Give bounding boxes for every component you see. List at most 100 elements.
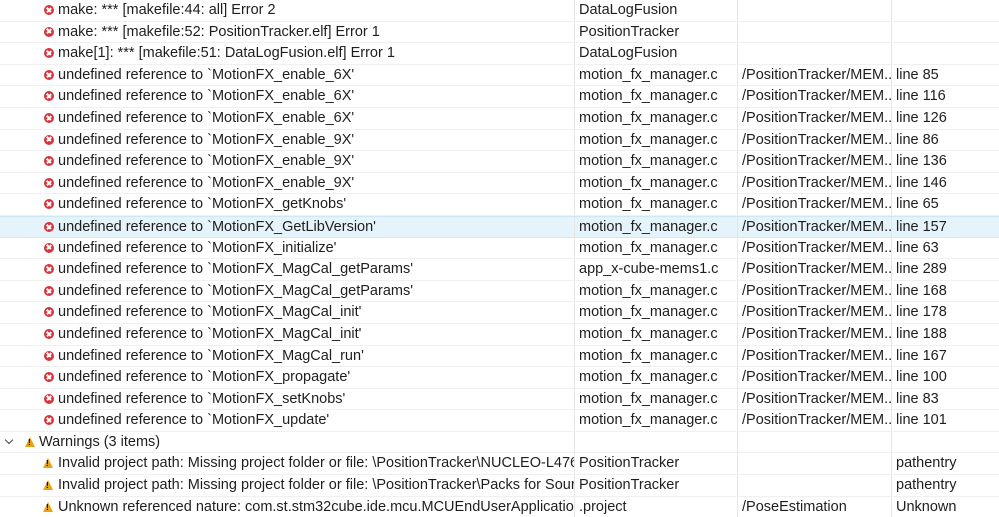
location-cell-text: line 136	[896, 153, 947, 170]
path-cell: /PositionTracker/MEM...	[738, 323, 892, 345]
path-cell	[738, 475, 892, 496]
error-icon	[44, 221, 54, 232]
location-cell: line 126	[892, 108, 999, 129]
resource-cell: motion_fx_manager.c	[575, 237, 738, 259]
error-icon	[44, 156, 54, 167]
resource-cell-text: motion_fx_manager.c	[579, 66, 718, 83]
location-cell-text: line 126	[896, 109, 947, 126]
error-row[interactable]: undefined reference to `MotionFX_setKnob…	[0, 388, 999, 411]
error-row[interactable]: make[1]: *** [makefile:51: DataLogFusion…	[0, 43, 999, 65]
chevron-down-icon[interactable]	[4, 435, 14, 445]
description-text: undefined reference to `MotionFX_MagCal_…	[58, 347, 364, 364]
path-cell	[738, 453, 892, 475]
location-cell: pathentry	[892, 475, 999, 496]
resource-cell-text: app_x-cube-mems1.c	[579, 261, 719, 278]
warning-row[interactable]: Invalid project path: Missing project fo…	[0, 453, 999, 476]
resource-cell-text: motion_fx_manager.c	[579, 131, 718, 148]
location-cell: line 178	[892, 302, 999, 323]
location-cell-text: Unknown	[896, 498, 957, 515]
error-row[interactable]: undefined reference to `MotionFX_MagCal_…	[0, 345, 999, 368]
resource-cell-text: motion_fx_manager.c	[579, 347, 718, 364]
error-icon	[44, 307, 54, 318]
error-row[interactable]: undefined reference to `MotionFX_MagCal_…	[0, 323, 999, 346]
error-row[interactable]: undefined reference to `MotionFX_enable_…	[0, 107, 999, 130]
location-cell: line 65	[892, 194, 999, 215]
path-cell: /PositionTracker/MEM...	[738, 388, 892, 410]
location-cell-text: line 86	[896, 131, 939, 148]
location-cell	[892, 0, 999, 21]
description-text: Unknown referenced nature: com.st.stm32c…	[58, 498, 574, 515]
error-icon	[44, 372, 54, 383]
location-cell: line 63	[892, 238, 999, 259]
warning-row[interactable]: Unknown referenced nature: com.st.stm32c…	[0, 496, 999, 517]
warnings-group-row[interactable]: Warnings (3 items)	[0, 431, 999, 454]
resource-cell: motion_fx_manager.c	[575, 302, 738, 323]
path-cell-text: /PositionTracker/MEM...	[742, 196, 892, 213]
description-text: undefined reference to `MotionFX_enable_…	[58, 131, 355, 148]
error-row[interactable]: undefined reference to `MotionFX_enable_…	[0, 172, 999, 195]
resource-cell: motion_fx_manager.c	[575, 410, 738, 431]
path-cell: /PositionTracker/MEM...	[738, 367, 892, 388]
resource-cell-text: motion_fx_manager.c	[579, 88, 718, 105]
resource-cell-text: PositionTracker	[579, 23, 680, 40]
description-text: undefined reference to `MotionFX_getKnob…	[58, 196, 347, 213]
location-cell-text: line 83	[896, 390, 939, 407]
error-icon	[44, 350, 54, 361]
error-icon	[44, 264, 54, 275]
error-row[interactable]: undefined reference to `MotionFX_enable_…	[0, 64, 999, 87]
error-row[interactable]: undefined reference to `MotionFX_MagCal_…	[0, 302, 999, 324]
description-cell: undefined reference to `MotionFX_propaga…	[0, 367, 575, 388]
error-row[interactable]: undefined reference to `MotionFX_initial…	[0, 237, 999, 260]
resource-cell-text: .project	[579, 498, 627, 515]
path-cell-text: /PoseEstimation	[742, 498, 847, 515]
description-text: undefined reference to `MotionFX_MagCal_…	[58, 282, 413, 299]
location-cell	[892, 43, 999, 64]
description-cell: undefined reference to `MotionFX_enable_…	[0, 172, 575, 194]
description-text: Invalid project path: Missing project fo…	[58, 455, 574, 472]
path-cell-text: /PositionTracker/MEM...	[742, 304, 892, 321]
resource-cell: motion_fx_manager.c	[575, 129, 738, 151]
error-row[interactable]: make: *** [makefile:44: all] Error 2 Data…	[0, 0, 999, 22]
path-cell: /PositionTracker/MEM...	[738, 86, 892, 107]
location-cell: pathentry	[892, 453, 999, 474]
path-cell	[738, 43, 892, 64]
resource-cell: motion_fx_manager.c	[575, 345, 738, 367]
warning-icon	[43, 458, 53, 469]
location-cell-text: pathentry	[896, 477, 957, 494]
description-text: undefined reference to `MotionFX_enable_…	[58, 88, 355, 105]
resource-cell: PositionTracker	[575, 475, 738, 496]
warning-row[interactable]: Invalid project path: Missing project fo…	[0, 475, 999, 497]
error-row[interactable]: undefined reference to `MotionFX_enable_…	[0, 151, 999, 173]
location-cell: line 157	[892, 217, 999, 237]
description-cell: undefined reference to `MotionFX_MagCal_…	[0, 259, 575, 280]
empty-cell	[738, 431, 892, 453]
warnings-group-cell: Warnings (3 items)	[0, 431, 575, 453]
path-cell-text: /PositionTracker/MEM...	[742, 369, 892, 386]
resource-cell: app_x-cube-mems1.c	[575, 259, 738, 280]
description-text: make: *** [makefile:52: PositionTracker.…	[58, 23, 380, 40]
resource-cell-text: motion_fx_manager.c	[579, 239, 718, 256]
description-cell: undefined reference to `MotionFX_MagCal_…	[0, 302, 575, 323]
location-cell-text: line 65	[896, 196, 939, 213]
error-row[interactable]: undefined reference to `MotionFX_GetLibV…	[0, 215, 999, 238]
location-cell-text: line 101	[896, 412, 947, 429]
error-row[interactable]: undefined reference to `MotionFX_propaga…	[0, 367, 999, 389]
resource-cell: motion_fx_manager.c	[575, 194, 738, 215]
error-row[interactable]: undefined reference to `MotionFX_enable_…	[0, 129, 999, 152]
error-icon	[44, 242, 54, 253]
error-row[interactable]: undefined reference to `MotionFX_update'…	[0, 410, 999, 432]
error-row[interactable]: undefined reference to `MotionFX_enable_…	[0, 86, 999, 108]
error-row[interactable]: undefined reference to `MotionFX_getKnob…	[0, 194, 999, 216]
error-icon	[44, 199, 54, 210]
error-row[interactable]: undefined reference to `MotionFX_MagCal_…	[0, 259, 999, 281]
error-icon	[44, 328, 54, 339]
location-cell	[892, 22, 999, 43]
location-cell-text: line 85	[896, 66, 939, 83]
error-row[interactable]: make: *** [makefile:52: PositionTracker.…	[0, 21, 999, 44]
path-cell: /PositionTracker/MEM...	[738, 194, 892, 215]
error-row[interactable]: undefined reference to `MotionFX_MagCal_…	[0, 280, 999, 303]
location-cell: Unknown	[892, 497, 999, 517]
error-icon	[44, 48, 54, 59]
location-cell: line 167	[892, 346, 999, 367]
description-cell: undefined reference to `MotionFX_enable_…	[0, 64, 575, 86]
